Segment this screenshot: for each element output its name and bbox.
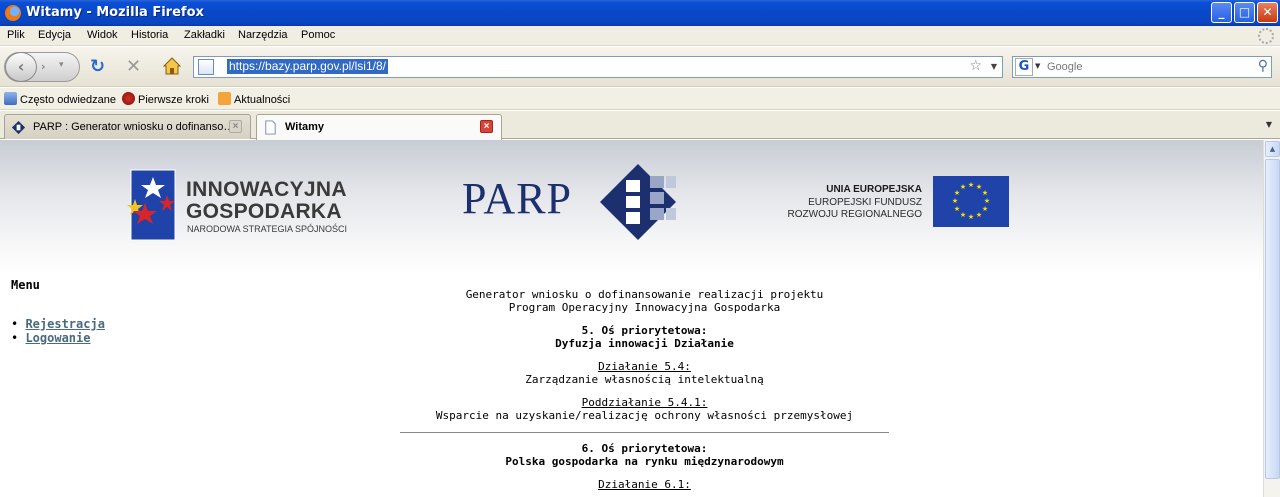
ig-title-line2: GOSPODARKA <box>186 200 342 223</box>
tab-witamy[interactable]: Witamy × <box>256 114 502 140</box>
eu-title: UNIA EUROPEJSKA <box>826 184 922 195</box>
intro-line2: Program Operacyjny Innowacyjna Gospodark… <box>508 301 781 314</box>
firefox-icon <box>122 92 135 105</box>
eu-logo: UNIA EUROPEJSKA EUROPEJSKI FUNDUSZ ROZWO… <box>787 176 1015 231</box>
search-icon[interactable]: ⚲ <box>1258 58 1268 74</box>
svg-text:★: ★ <box>960 211 966 219</box>
vertical-scrollbar[interactable]: ▲ <box>1263 140 1280 497</box>
search-input[interactable]: Google <box>1047 61 1082 73</box>
bookmark-aktualnosci[interactable]: Aktualności <box>218 92 290 106</box>
side-menu: • Rejestracja • Logowanie <box>11 317 105 345</box>
tab-close-icon[interactable]: × <box>229 120 242 133</box>
stop-icon[interactable]: ✕ <box>126 58 141 76</box>
tab-label: Witamy <box>285 121 325 133</box>
subaction-label: Poddziałanie 5.4.1: <box>581 396 708 409</box>
eu-flag-icon: ★ ★★ ★★★ ★★★ ★★★ <box>933 176 1009 227</box>
bookmark-czesto-odwiedzane[interactable]: Często odwiedzane <box>4 92 116 106</box>
section-divider <box>400 432 889 433</box>
tab-close-icon[interactable]: × <box>480 120 493 133</box>
page-favicon <box>198 59 214 75</box>
ig-title-line1: INNOWACYJNA <box>186 178 347 201</box>
window-title: Witamy - Mozilla Firefox <box>26 5 204 20</box>
svg-text:★: ★ <box>984 197 990 205</box>
bookmark-pierwsze-kroki[interactable]: Pierwsze kroki <box>122 92 209 106</box>
history-dropdown-icon[interactable]: ▾ <box>59 60 64 70</box>
intro-line1: Generator wniosku o dofinansowanie reali… <box>465 288 824 301</box>
page-icon <box>265 120 276 135</box>
parp-emblem-icon <box>600 164 676 240</box>
page-header: INNOWACYJNA GOSPODARKA NARODOWA STRATEGI… <box>0 140 1263 275</box>
svg-text:★: ★ <box>960 183 966 191</box>
svg-text:★: ★ <box>968 213 974 221</box>
rss-icon <box>218 92 231 105</box>
svg-text:★: ★ <box>982 189 988 197</box>
parp-logo: PARP <box>460 162 680 242</box>
bookmark-star-icon[interactable]: ☆ <box>969 58 982 74</box>
tab-bar: PARP : Generator wniosku o dofinanso… × … <box>0 111 1280 140</box>
eu-fund-line1: EUROPEJSKI FUNDUSZ <box>808 197 922 208</box>
scroll-up-icon[interactable]: ▲ <box>1265 141 1280 157</box>
svg-text:★: ★ <box>982 205 988 213</box>
close-button[interactable]: ✕ <box>1257 2 1278 23</box>
scrollbar-thumb[interactable] <box>1265 159 1280 479</box>
action6-label: Działanie 6.1: <box>598 478 691 491</box>
rejestracja-link[interactable]: Rejestracja <box>25 317 104 331</box>
ig-subtitle: NARODOWA STRATEGIA SPÓJNOŚCI <box>187 224 348 234</box>
action-label: Działanie 5.4: <box>598 360 691 373</box>
menu-bar: Plik Edycja Widok Historia Zakładki Narz… <box>0 26 1280 46</box>
url-dropdown-icon[interactable]: ▼ <box>991 62 997 71</box>
menu-historia[interactable]: Historia <box>131 29 168 41</box>
menu-item: • Logowanie <box>11 331 91 345</box>
parp-favicon-icon <box>11 120 26 135</box>
tab-list-icon[interactable]: ▼ <box>1260 115 1278 135</box>
menu-narzedzia[interactable]: Narzędzia <box>238 29 288 41</box>
tab-generator[interactable]: PARP : Generator wniosku o dofinanso… × <box>4 114 251 139</box>
frequent-icon <box>4 92 17 105</box>
url-input[interactable]: https://bazy.parp.gov.pl/lsi1/8/ <box>227 59 388 74</box>
forward-icon[interactable]: › <box>41 60 46 73</box>
page-viewport: INNOWACYJNA GOSPODARKA NARODOWA STRATEGI… <box>0 140 1263 497</box>
svg-text:★: ★ <box>952 197 958 205</box>
main-content: Generator wniosku o dofinansowanie reali… <box>400 288 889 491</box>
menu-item: • Rejestracja <box>11 317 105 331</box>
back-forward-group: ‹ › ▾ <box>4 52 80 82</box>
axis5-name: Dyfuzja innowacji Działanie <box>555 337 734 350</box>
axis6-label: 6. Oś priorytetowa: <box>581 442 708 455</box>
minimize-button[interactable]: _ <box>1211 2 1232 23</box>
reload-icon[interactable]: ↻ <box>90 58 105 76</box>
menu-heading: Menu <box>11 278 40 292</box>
axis6-name: Polska gospodarka na rynku międzynarodow… <box>505 455 784 468</box>
parp-logo-text: PARP <box>462 174 573 223</box>
menu-plik[interactable]: Plik <box>7 29 25 41</box>
menu-zakladki[interactable]: Zakładki <box>184 29 225 41</box>
svg-text:★: ★ <box>976 211 982 219</box>
svg-text:★: ★ <box>954 205 960 213</box>
innowacyjna-gospodarka-logo: INNOWACYJNA GOSPODARKA NARODOWA STRATEGI… <box>123 165 373 245</box>
subaction-name: Wsparcie na uzyskanie/realizację ochrony… <box>435 409 854 422</box>
ig-emblem-icon <box>127 169 176 241</box>
engine-dropdown-icon[interactable]: ▼ <box>1035 62 1040 70</box>
tab-label: PARP : Generator wniosku o dofinanso… <box>33 121 229 133</box>
eu-fund-line2: ROZWOJU REGIONALNEGO <box>787 209 922 220</box>
back-icon[interactable]: ‹ <box>5 52 37 82</box>
axis5-label: 5. Oś priorytetowa: <box>581 324 708 337</box>
menu-pomoc[interactable]: Pomoc <box>301 29 335 41</box>
logowanie-link[interactable]: Logowanie <box>25 331 90 345</box>
search-bar[interactable]: G ▼ Google ⚲ <box>1012 56 1272 78</box>
url-bar[interactable]: https://bazy.parp.gov.pl/lsi1/8/ ☆ ▼ <box>193 56 1003 78</box>
menu-widok[interactable]: Widok <box>87 29 118 41</box>
throbber-icon <box>1258 28 1274 44</box>
svg-text:★: ★ <box>968 181 974 189</box>
home-icon[interactable] <box>162 56 182 80</box>
firefox-icon <box>5 5 21 21</box>
maximize-button[interactable]: □ <box>1234 2 1255 23</box>
google-engine-icon[interactable]: G <box>1015 58 1033 76</box>
menu-edycja[interactable]: Edycja <box>38 29 71 41</box>
window-titlebar: Witamy - Mozilla Firefox _ □ ✕ <box>0 0 1280 26</box>
bookmarks-toolbar: Często odwiedzane Pierwsze kroki Aktualn… <box>0 88 1280 110</box>
action-name: Zarządzanie własnością intelektualną <box>525 373 764 386</box>
